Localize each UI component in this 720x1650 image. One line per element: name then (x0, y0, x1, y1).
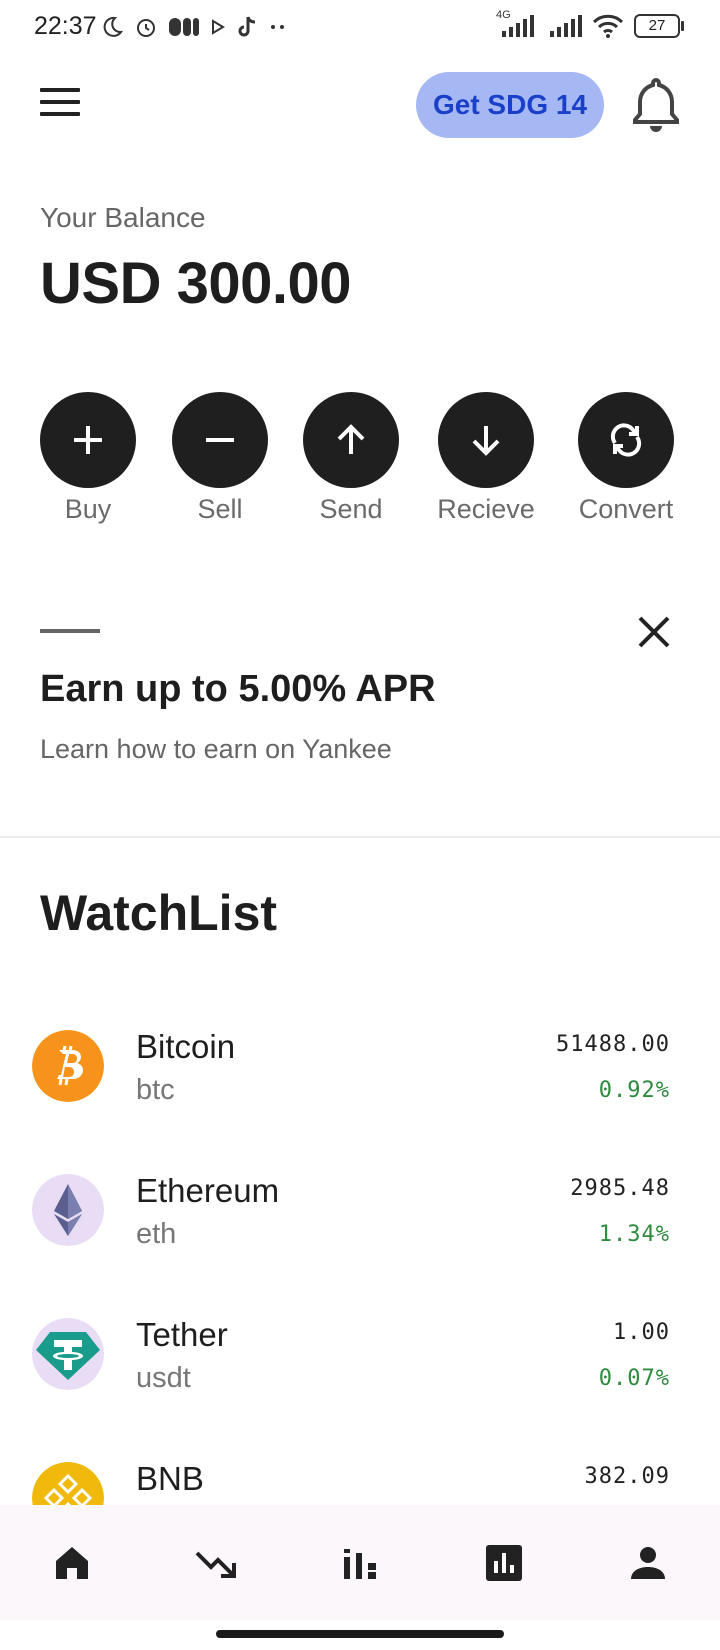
arrow-up-icon (337, 424, 365, 454)
watchlist-row-ethereum[interactable]: Ethereum eth 2985.48 1.34% (0, 1172, 720, 1292)
coin-name: Bitcoin (136, 1028, 236, 1065)
bnb-icon (32, 1462, 104, 1505)
home-icon (56, 1546, 88, 1579)
sell-button[interactable]: Sell (155, 392, 285, 525)
menu-button[interactable] (40, 88, 80, 118)
bottom-nav (0, 1505, 720, 1620)
coin-price: 2985.48 (570, 1176, 670, 1201)
plus-icon (74, 426, 102, 454)
tiktok-icon (238, 16, 256, 37)
status-bar: 22:37 4G 27 (0, 0, 720, 54)
nav-profile[interactable] (608, 1523, 688, 1603)
coin-price: 51488.00 (556, 1032, 670, 1057)
media-icon (169, 18, 199, 36)
coin-name: BNB (136, 1460, 204, 1497)
network-type: 4G (496, 9, 511, 21)
coin-symbol: usdt (136, 1362, 191, 1394)
send-label: Send (319, 494, 383, 524)
coin-symbol: eth (136, 1218, 177, 1250)
more-dots-icon (271, 25, 284, 29)
cell-signal-4g-icon: 4G (496, 9, 538, 39)
play-icon (212, 19, 225, 35)
convert-label: Convert (578, 494, 674, 524)
tether-icon (32, 1318, 104, 1390)
profile-icon (631, 1546, 665, 1579)
coin-change: 1.34% (598, 1222, 670, 1247)
receive-button[interactable]: Recieve (421, 392, 551, 525)
notifications-button[interactable] (630, 76, 682, 134)
section-divider (0, 836, 720, 838)
coin-price: 382.09 (584, 1464, 670, 1489)
coin-change: 0.07% (598, 1366, 670, 1391)
trending-down-icon (195, 1551, 236, 1578)
wifi-icon (592, 14, 624, 38)
get-sdg-button[interactable]: Get SDG 14 (416, 72, 604, 138)
arrow-down-icon (472, 426, 500, 456)
coin-name: Tether (136, 1316, 228, 1353)
nav-home[interactable] (32, 1523, 112, 1603)
coin-symbol: btc (136, 1074, 175, 1106)
coin-change: 0.92% (598, 1078, 670, 1103)
buy-label: Buy (64, 494, 112, 524)
nav-markets[interactable] (320, 1523, 400, 1603)
watchlist-row-bitcoin[interactable]: Bitcoin btc 51488.00 0.92% (0, 1028, 720, 1148)
watchlist-title: WatchList (40, 885, 278, 941)
coin-name: Ethereum (136, 1172, 280, 1209)
chart-icon (486, 1544, 522, 1581)
status-icons-left (100, 14, 288, 40)
coin-price: 1.00 (613, 1320, 670, 1345)
minus-icon (206, 438, 234, 442)
promo-title: Earn up to 5.00% APR (40, 668, 436, 710)
balance-value: USD 300.00 (40, 251, 351, 316)
send-button[interactable]: Send (286, 392, 416, 525)
home-indicator[interactable] (216, 1630, 504, 1638)
buy-button[interactable]: Buy (23, 392, 153, 525)
sell-label: Sell (197, 494, 243, 524)
battery-level: 27 (648, 17, 666, 34)
convert-button[interactable]: Convert (561, 392, 691, 525)
close-icon (638, 616, 670, 648)
nav-portfolio[interactable] (464, 1523, 544, 1603)
watchlist-row-bnb[interactable]: BNB 382.09 (0, 1460, 720, 1505)
bitcoin-icon (32, 1030, 104, 1102)
cell-signal-icon (550, 15, 582, 37)
status-time: 22:37 (34, 12, 97, 40)
ethereum-icon (32, 1174, 104, 1246)
balance-label: Your Balance (40, 202, 206, 233)
promo-close-button[interactable] (634, 612, 674, 652)
bell-icon (633, 77, 679, 132)
battery-icon: 27 (634, 14, 684, 38)
moon-icon (103, 16, 124, 37)
nav-trending[interactable] (176, 1523, 256, 1603)
hamburger-icon (40, 88, 80, 92)
alarm-icon (137, 19, 155, 37)
convert-icon (610, 423, 642, 457)
promo-drag-handle (40, 629, 100, 633)
receive-label: Recieve (437, 494, 535, 524)
markets-icon (344, 1548, 376, 1579)
status-icons-right: 4G 27 (496, 9, 684, 39)
promo-subtitle-link[interactable]: Learn how to earn on Yankee (40, 734, 392, 765)
watchlist-row-tether[interactable]: Tether usdt 1.00 0.07% (0, 1316, 720, 1436)
